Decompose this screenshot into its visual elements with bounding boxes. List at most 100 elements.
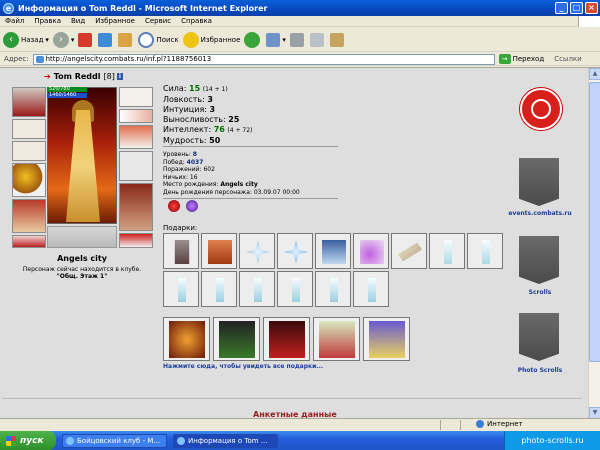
go-button[interactable]: → Переход (498, 54, 544, 64)
maximize-button[interactable]: □ (570, 2, 583, 14)
gift-card[interactable] (213, 317, 260, 361)
character-name-text[interactable]: Tom Reddl (54, 72, 101, 81)
gift-item[interactable] (467, 233, 503, 269)
helmet-slot[interactable] (12, 87, 46, 117)
stat-intuition: Интуиция: 3 (163, 105, 216, 114)
gift-item[interactable] (391, 233, 427, 269)
search-button[interactable]: Поиск (138, 31, 179, 48)
club-logo[interactable] (520, 88, 562, 130)
stop-button[interactable] (78, 32, 94, 47)
gift-item[interactable] (239, 271, 275, 307)
scroll-down-icon[interactable]: ▼ (589, 407, 600, 418)
address-input[interactable]: http://angelscity.combats.ru/inf.pl?1188… (32, 53, 495, 65)
ring-slot-2[interactable] (119, 125, 153, 149)
favorites-button[interactable]: Избранное (182, 31, 240, 48)
arrow-icon: ➔ (44, 72, 51, 81)
search-icon (138, 31, 155, 48)
events-link[interactable]: events.combats.ru (505, 210, 575, 217)
close-button[interactable]: × (585, 2, 598, 14)
belt-slot[interactable] (12, 235, 46, 248)
menu-favorites[interactable]: Избранное (90, 17, 140, 25)
security-zone: Интернет (476, 420, 523, 428)
messenger-button[interactable] (329, 32, 346, 47)
photo-scrolls-badge[interactable] (519, 313, 559, 361)
back-button[interactable]: ‹ Назад ▾ (3, 31, 49, 48)
gift-item[interactable] (277, 233, 313, 269)
photo-scrolls-link[interactable]: Photo Scrolls (505, 367, 575, 374)
ie-icon (66, 436, 74, 445)
minimize-button[interactable]: _ (555, 2, 568, 14)
gift-item[interactable] (429, 233, 465, 269)
stat-wisdom: Мудрость: 50 (163, 136, 221, 145)
gift-card[interactable] (163, 317, 210, 361)
gift-item[interactable] (163, 271, 199, 307)
edit-button[interactable] (309, 32, 326, 47)
gift-item[interactable] (277, 271, 313, 307)
gift-item[interactable] (353, 233, 389, 269)
events-badge[interactable] (519, 158, 559, 206)
gift-card[interactable] (263, 317, 310, 361)
menu-view[interactable]: Вид (66, 17, 90, 25)
menu-help[interactable]: Справка (176, 17, 217, 25)
menu-tools[interactable]: Сервис (140, 17, 176, 25)
character-level: [8] (103, 72, 115, 81)
effect-icon[interactable] (186, 200, 198, 212)
windows-flag-icon (6, 435, 16, 446)
edit-icon (309, 32, 324, 47)
info-icon[interactable]: i (116, 73, 123, 80)
gift-item[interactable] (201, 271, 237, 307)
gift-item[interactable] (163, 233, 199, 269)
gift-item[interactable] (315, 233, 351, 269)
weapon-slot[interactable] (12, 163, 46, 197)
boots-slot[interactable] (119, 233, 153, 248)
browser-toolbar: ‹ Назад ▾ › ▾ Поиск Избранное ▾ (0, 28, 600, 52)
ring-slot-1[interactable] (119, 109, 153, 123)
gift-item[interactable] (201, 233, 237, 269)
refresh-button[interactable] (98, 32, 114, 47)
links-button[interactable]: Ссылки (554, 55, 582, 63)
scroll-up-icon[interactable]: ▲ (589, 68, 600, 80)
forward-arrow-icon: › (52, 31, 69, 48)
taskbar-item-club[interactable]: Бойцовский клуб - М... (62, 433, 167, 448)
gift-item[interactable] (239, 233, 275, 269)
mana-bar: 1460/1460 (47, 93, 87, 98)
earrings-slot[interactable] (12, 119, 46, 139)
gift-item[interactable] (315, 271, 351, 307)
pants-slot[interactable] (119, 183, 153, 231)
gift-item[interactable] (353, 271, 389, 307)
menu-edit[interactable]: Правка (29, 17, 66, 25)
character-name: ➔ Tom Reddl [8] i (44, 72, 123, 81)
history-button[interactable] (244, 31, 262, 48)
window-title: Информация о Tom Reddl - Microsoft Inter… (18, 3, 268, 13)
address-bar: Адрес: http://angelscity.combats.ru/inf.… (0, 53, 600, 66)
gift-card[interactable] (363, 317, 410, 361)
divider (163, 146, 338, 147)
effect-icon[interactable] (168, 200, 180, 212)
scrolls-link[interactable]: Scrolls (505, 289, 575, 296)
status-bar: Интернет (0, 418, 600, 430)
stone-emblem (47, 226, 117, 248)
address-label: Адрес: (4, 55, 29, 63)
stat-strength: Сила: 15 (14 + 1) (163, 84, 228, 93)
vertical-scrollbar[interactable]: ▲ ▼ (588, 68, 600, 418)
shield-slot[interactable] (119, 151, 153, 181)
search-label: Поиск (156, 35, 179, 44)
taskbar-item-info[interactable]: Информация о Tom ... (173, 433, 278, 448)
gift-card[interactable] (313, 317, 360, 361)
menu-file[interactable]: Файл (0, 17, 29, 25)
home-button[interactable] (118, 32, 134, 47)
armor-slot[interactable] (12, 199, 46, 233)
stat-intellect: Интеллект: 76 (4 + 72) (163, 125, 253, 134)
forward-button[interactable]: › ▾ (52, 31, 74, 48)
messenger-icon (329, 32, 344, 47)
city-name: Angels city (57, 254, 107, 263)
mail-button[interactable]: ▾ (266, 32, 286, 47)
refresh-icon (98, 32, 113, 47)
start-button[interactable]: пуск (0, 431, 56, 450)
print-button[interactable] (289, 32, 306, 47)
amulet-slot[interactable] (12, 141, 46, 161)
all-gifts-link[interactable]: Нажмите сюда, чтобы увидеть все подарки.… (163, 363, 323, 370)
scroll-thumb[interactable] (589, 82, 600, 362)
scrolls-badge[interactable] (519, 236, 559, 284)
gloves-slot[interactable] (119, 87, 153, 107)
